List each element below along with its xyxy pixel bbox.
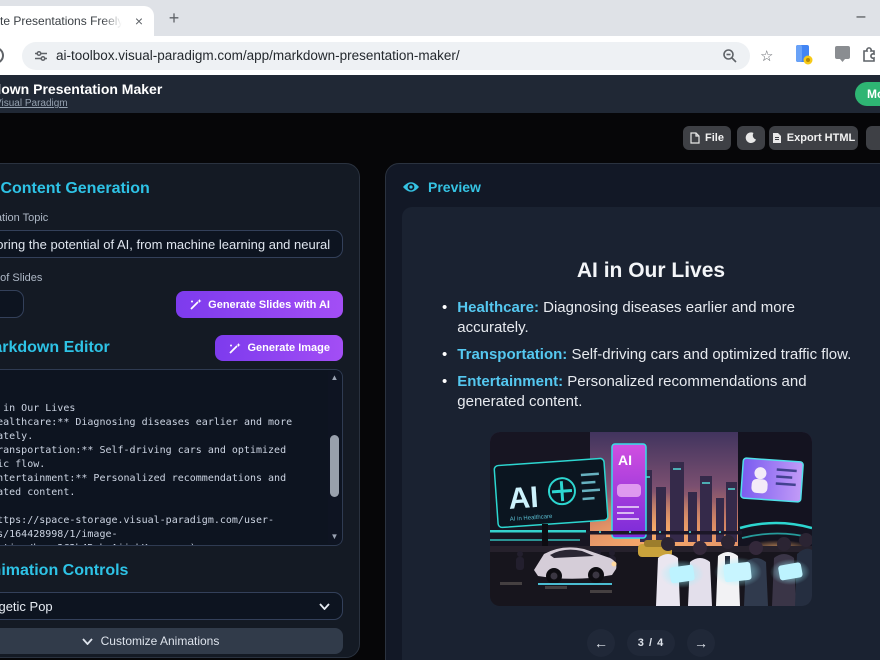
preview-panel: Preview AI in Our Lives • Healthcare: Di… xyxy=(385,163,880,660)
scroll-down-icon[interactable]: ▼ xyxy=(328,530,341,544)
chevron-down-icon xyxy=(319,603,330,610)
file-button-label: File xyxy=(705,132,724,144)
file-icon xyxy=(690,132,700,144)
markdown-editor-heading-label: Markdown Editor xyxy=(0,339,110,357)
animation-style-select[interactable]: Energetic Pop xyxy=(0,592,343,620)
more-button[interactable]: More xyxy=(855,82,880,106)
markdown-textarea[interactable]: ## AI in Our Lives - **Healthcare:** Dia… xyxy=(0,369,343,546)
markdown-content: ## AI in Our Lives - **Healthcare:** Dia… xyxy=(0,374,327,545)
slide-bullet: • Transportation: Self-driving cars and … xyxy=(442,345,855,365)
export-file-icon xyxy=(772,132,782,144)
next-slide-button[interactable]: → xyxy=(687,629,715,657)
app-header: Markdown Presentation Maker Visual Parad… xyxy=(0,75,880,113)
markdown-editor-heading: Markdown Editor xyxy=(0,339,110,357)
bullet-text: Self-driving cars and optimized traffic … xyxy=(567,346,851,363)
tab-close-icon[interactable]: × xyxy=(130,12,148,30)
export-html-button[interactable]: Export HTML xyxy=(769,126,858,150)
animation-style-value: Energetic Pop xyxy=(0,599,53,614)
file-button[interactable]: File xyxy=(683,126,731,150)
window-minimize-button[interactable]: – xyxy=(846,4,876,30)
new-tab-button[interactable]: + xyxy=(162,6,186,30)
slide-image: AI AI in Healthcare AI xyxy=(490,432,812,606)
site-settings-icon[interactable] xyxy=(34,49,48,63)
browser-toolbar: ai-toolbox.visual-paradigm.com/app/markd… xyxy=(0,36,880,75)
slides-count-input[interactable] xyxy=(0,290,24,318)
export-html-label: Export HTML xyxy=(787,132,855,144)
slide-bullet-list: • Healthcare: Diagnosing diseases earlie… xyxy=(402,298,880,412)
chevron-down-icon xyxy=(82,638,93,645)
generate-slides-button[interactable]: Generate Slides with AI xyxy=(176,291,343,318)
bullet-dot: • xyxy=(442,372,447,412)
extension-tag-icon[interactable] xyxy=(834,45,851,64)
bookmark-star-icon[interactable]: ☆ xyxy=(760,47,773,65)
topic-input[interactable] xyxy=(0,230,343,258)
tab-title-fade xyxy=(102,6,130,36)
browser-tab-strip: Create Presentations Freely with AI × + … xyxy=(0,0,880,36)
slide-preview: AI in Our Lives • Healthcare: Diagnosing… xyxy=(402,207,880,660)
billboard-ai-text-2: AI xyxy=(618,452,632,468)
slide-bullet: • Healthcare: Diagnosing diseases earlie… xyxy=(442,298,855,338)
preview-heading: Preview xyxy=(428,179,481,195)
billboard-ai-text: AI xyxy=(507,481,539,516)
bullet-label: Healthcare: xyxy=(457,299,539,316)
bullet-label: Transportation: xyxy=(457,346,567,363)
magic-wand-icon xyxy=(228,342,241,355)
scroll-up-icon[interactable]: ▲ xyxy=(328,371,341,385)
customize-animations-button[interactable]: Customize Animations xyxy=(0,628,343,654)
customize-animations-label: Customize Animations xyxy=(101,634,220,648)
slide-navigation: ← 3 / 4 → xyxy=(402,629,880,657)
app-title: Markdown Presentation Maker xyxy=(0,81,162,97)
overflow-action-button[interactable] xyxy=(866,126,880,150)
page-indicator: 3 / 4 xyxy=(627,630,675,656)
content-generation-panel: AI Content Generation Presentation Topic… xyxy=(0,163,360,658)
topic-label: Presentation Topic xyxy=(0,212,343,224)
bullet-dot: • xyxy=(442,345,447,365)
generate-image-button[interactable]: Generate Image xyxy=(215,335,343,361)
slides-count-label: Number of Slides xyxy=(0,272,343,284)
content-generation-heading-label: AI Content Generation xyxy=(0,180,150,198)
visual-paradigm-link[interactable]: Visual Paradigm xyxy=(0,98,68,109)
prev-slide-button[interactable]: ← xyxy=(587,629,615,657)
slide-bullet: • Entertainment: Personalized recommenda… xyxy=(442,372,855,412)
animation-controls-heading-label: Animation Controls xyxy=(0,562,128,580)
magic-wand-icon xyxy=(189,298,202,311)
slide-title: AI in Our Lives xyxy=(402,207,880,283)
slides-row: Generate Slides with AI xyxy=(0,290,343,318)
animation-controls-heading: Animation Controls xyxy=(0,562,343,580)
scrollbar-thumb[interactable] xyxy=(330,435,339,497)
moon-icon xyxy=(745,132,757,144)
screen: Create Presentations Freely with AI × + … xyxy=(0,0,880,660)
extension-doc-icon[interactable] xyxy=(794,44,814,66)
generate-slides-label: Generate Slides with AI xyxy=(208,299,330,311)
reload-icon[interactable] xyxy=(0,47,4,64)
bullet-dot: • xyxy=(442,298,447,338)
generate-image-label: Generate Image xyxy=(247,342,330,354)
url-text: ai-toolbox.visual-paradigm.com/app/markd… xyxy=(56,48,460,63)
extensions-puzzle-icon[interactable] xyxy=(860,44,879,63)
content-generation-heading: AI Content Generation xyxy=(0,180,343,198)
address-bar[interactable]: ai-toolbox.visual-paradigm.com/app/markd… xyxy=(22,42,750,70)
textarea-scrollbar[interactable]: ▲ ▼ xyxy=(328,371,341,544)
zoom-out-icon[interactable] xyxy=(722,48,738,64)
dark-mode-toggle[interactable] xyxy=(737,126,765,150)
preview-header: Preview xyxy=(402,179,880,195)
browser-tab[interactable]: Create Presentations Freely with AI × xyxy=(0,6,154,36)
eye-icon xyxy=(402,180,420,194)
bullet-label: Entertainment: xyxy=(457,373,563,390)
editor-header-row: Markdown Editor Generate Image xyxy=(0,335,343,361)
